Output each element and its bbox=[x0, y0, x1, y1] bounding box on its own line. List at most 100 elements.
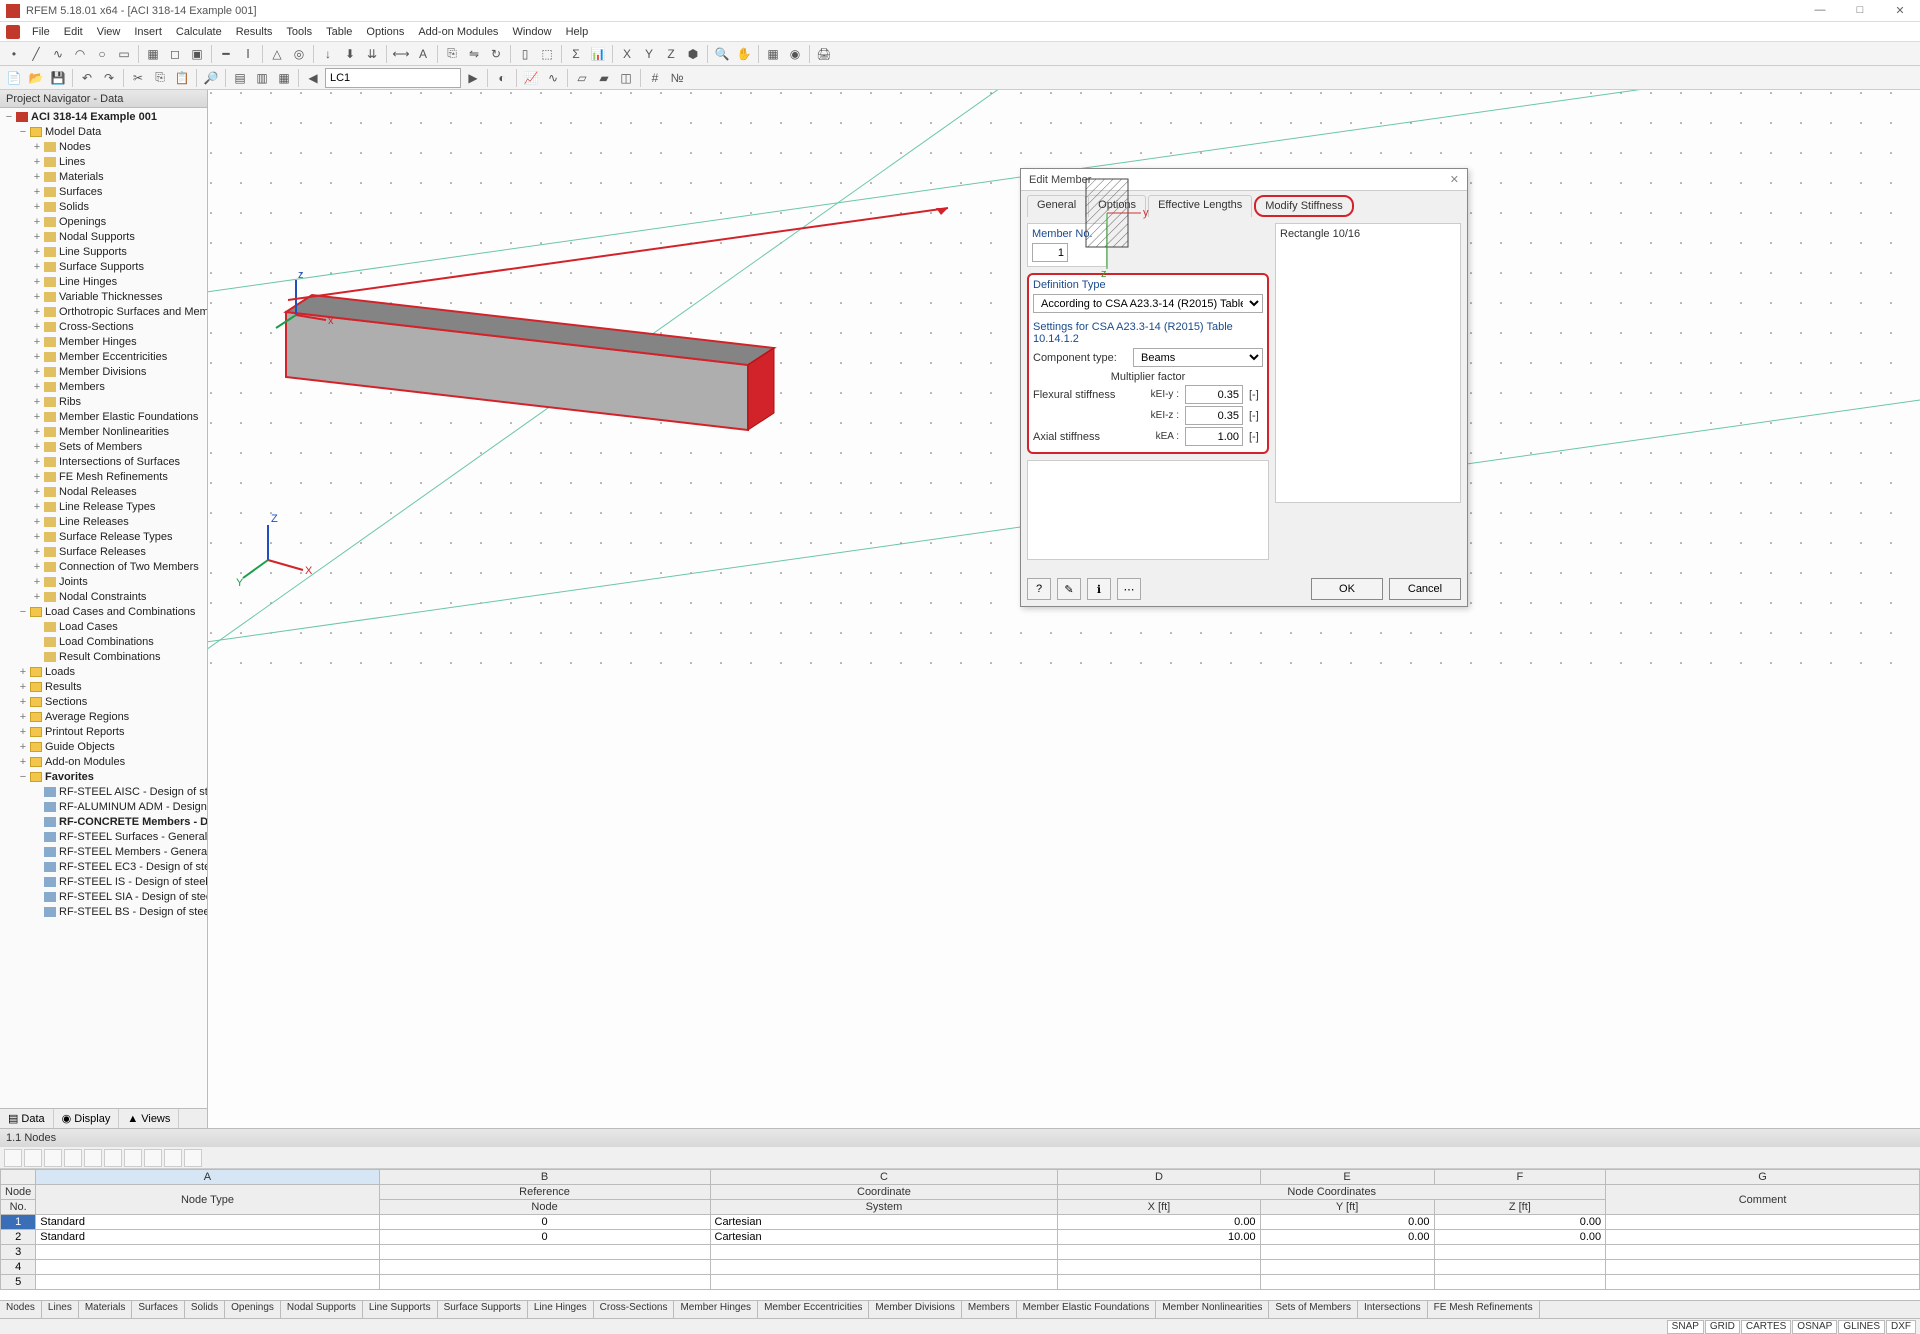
tool-areaload-icon[interactable]: ⇊ bbox=[362, 44, 382, 64]
data-tab[interactable]: FE Mesh Refinements bbox=[1428, 1301, 1540, 1318]
table-btn-9[interactable] bbox=[164, 1149, 182, 1167]
tool-lineload-icon[interactable]: ⬇ bbox=[340, 44, 360, 64]
tool-member-icon[interactable]: ━ bbox=[216, 44, 236, 64]
tool-view-y-icon[interactable]: Y bbox=[639, 44, 659, 64]
tree-item[interactable]: Joints bbox=[59, 576, 88, 588]
data-tab[interactable]: Nodal Supports bbox=[281, 1301, 363, 1318]
info-icon[interactable]: ℹ bbox=[1087, 578, 1111, 600]
tree-item[interactable]: FE Mesh Refinements bbox=[59, 471, 168, 483]
tree-item[interactable]: Ribs bbox=[59, 396, 81, 408]
tree-item[interactable]: Intersections of Surfaces bbox=[59, 456, 180, 468]
tree-module[interactable]: RF-STEEL AISC - Design of steel bbox=[59, 786, 207, 798]
tool-circle-icon[interactable]: ○ bbox=[92, 44, 112, 64]
menu-edit[interactable]: Edit bbox=[58, 24, 89, 40]
tool-view-x-icon[interactable]: X bbox=[617, 44, 637, 64]
tree-item[interactable]: Connection of Two Members bbox=[59, 561, 199, 573]
tree-item[interactable]: Line Hinges bbox=[59, 276, 117, 288]
new-icon[interactable]: 📄 bbox=[4, 68, 24, 88]
tree-module[interactable]: RF-STEEL EC3 - Design of steel mem bbox=[59, 861, 207, 873]
tree-item[interactable]: Materials bbox=[59, 171, 104, 183]
tool-iso-icon[interactable]: ⬢ bbox=[683, 44, 703, 64]
tree-item[interactable]: Sets of Members bbox=[59, 441, 142, 453]
tree-item[interactable]: Cross-Sections bbox=[59, 321, 134, 333]
minimize-button[interactable]: — bbox=[1806, 4, 1834, 17]
status-grid[interactable]: GRID bbox=[1705, 1320, 1740, 1334]
menu-results[interactable]: Results bbox=[230, 24, 279, 40]
help-icon[interactable]: ? bbox=[1027, 578, 1051, 600]
display-numbers-icon[interactable]: № bbox=[667, 68, 687, 88]
paste-icon[interactable]: 📋 bbox=[172, 68, 192, 88]
tree-item[interactable]: Sections bbox=[45, 696, 87, 708]
nodes-table[interactable]: A B C D E F G Node Node Type Reference C… bbox=[0, 1169, 1920, 1290]
data-tab[interactable]: Sets of Members bbox=[1269, 1301, 1358, 1318]
nav-views-icon[interactable]: ▦ bbox=[274, 68, 294, 88]
ok-button[interactable]: OK bbox=[1311, 578, 1383, 600]
tool-calc-icon[interactable]: Σ bbox=[566, 44, 586, 64]
data-tab[interactable]: Surfaces bbox=[132, 1301, 184, 1318]
tool-mirror-icon[interactable]: ⇋ bbox=[464, 44, 484, 64]
tool-render-icon[interactable]: ◉ bbox=[785, 44, 805, 64]
tree-item[interactable]: Add-on Modules bbox=[45, 756, 125, 768]
tool-window-icon[interactable]: ⬚ bbox=[537, 44, 557, 64]
nav-data-icon[interactable]: ▤ bbox=[230, 68, 250, 88]
table-row[interactable]: 1Standard0Cartesian0.000.000.00 bbox=[1, 1215, 1920, 1230]
tool-opening-icon[interactable]: ◻ bbox=[165, 44, 185, 64]
tree-item[interactable]: Nodal Constraints bbox=[59, 591, 146, 603]
edit-icon[interactable]: ✎ bbox=[1057, 578, 1081, 600]
tool-hinge-icon[interactable]: ◎ bbox=[289, 44, 309, 64]
table-btn-1[interactable] bbox=[4, 1149, 22, 1167]
tree-item[interactable]: Load Combinations bbox=[59, 636, 154, 648]
tool-zoom-icon[interactable]: 🔍 bbox=[712, 44, 732, 64]
k3-input[interactable] bbox=[1185, 427, 1243, 446]
tree-favorites[interactable]: Favorites bbox=[45, 771, 94, 783]
deform-icon[interactable]: ∿ bbox=[543, 68, 563, 88]
data-tab[interactable]: Member Hinges bbox=[674, 1301, 758, 1318]
menu-help[interactable]: Help bbox=[560, 24, 595, 40]
menu-view[interactable]: View bbox=[91, 24, 127, 40]
tool-rect-icon[interactable]: ▭ bbox=[114, 44, 134, 64]
status-snap[interactable]: SNAP bbox=[1667, 1320, 1704, 1334]
tool-select-icon[interactable]: ▯ bbox=[515, 44, 535, 64]
data-tab[interactable]: Nodes bbox=[0, 1301, 42, 1318]
k2-input[interactable] bbox=[1185, 406, 1243, 425]
tool-view-z-icon[interactable]: Z bbox=[661, 44, 681, 64]
tool-support-icon[interactable]: △ bbox=[267, 44, 287, 64]
copy-icon[interactable]: ⎘ bbox=[150, 68, 170, 88]
menu-tools[interactable]: Tools bbox=[280, 24, 318, 40]
menu-file[interactable]: File bbox=[26, 24, 56, 40]
tree-item[interactable]: Openings bbox=[59, 216, 106, 228]
data-tab[interactable]: Lines bbox=[42, 1301, 79, 1318]
tool-pan-icon[interactable]: ✋ bbox=[734, 44, 754, 64]
data-tab[interactable]: Materials bbox=[79, 1301, 133, 1318]
tool-polyline-icon[interactable]: ∿ bbox=[48, 44, 68, 64]
data-tab[interactable]: Openings bbox=[225, 1301, 281, 1318]
menu-insert[interactable]: Insert bbox=[128, 24, 168, 40]
tree-item[interactable]: Nodes bbox=[59, 141, 91, 153]
tree-item[interactable]: Members bbox=[59, 381, 105, 393]
cancel-button[interactable]: Cancel bbox=[1389, 578, 1461, 600]
save-icon[interactable]: 💾 bbox=[48, 68, 68, 88]
tool-line-icon[interactable]: ╱ bbox=[26, 44, 46, 64]
table-btn-4[interactable] bbox=[64, 1149, 82, 1167]
data-tab[interactable]: Cross-Sections bbox=[594, 1301, 675, 1318]
tree-module[interactable]: RF-STEEL Members - General stress bbox=[59, 846, 207, 858]
tree-item[interactable]: Average Regions bbox=[45, 711, 129, 723]
menu-calculate[interactable]: Calculate bbox=[170, 24, 228, 40]
table-row[interactable]: 2Standard0Cartesian10.000.000.00 bbox=[1, 1230, 1920, 1245]
tree-item[interactable]: Load Cases bbox=[59, 621, 118, 633]
status-osnap[interactable]: OSNAP bbox=[1792, 1320, 1837, 1334]
view-solid-icon[interactable]: ▰ bbox=[594, 68, 614, 88]
open-icon[interactable]: 📂 bbox=[26, 68, 46, 88]
nav-tab-display[interactable]: ◉Display bbox=[54, 1109, 120, 1128]
lc-prev-icon[interactable]: ◀ bbox=[303, 68, 323, 88]
tree-item[interactable]: Member Elastic Foundations bbox=[59, 411, 198, 423]
details-icon[interactable]: ⋯ bbox=[1117, 578, 1141, 600]
tool-solid-icon[interactable]: ▣ bbox=[187, 44, 207, 64]
tool-rotate-icon[interactable]: ↻ bbox=[486, 44, 506, 64]
data-tab[interactable]: Member Nonlinearities bbox=[1156, 1301, 1269, 1318]
tree-item[interactable]: Member Nonlinearities bbox=[59, 426, 169, 438]
data-tab[interactable]: Solids bbox=[185, 1301, 225, 1318]
tree-lc-group[interactable]: Load Cases and Combinations bbox=[45, 606, 195, 618]
lc-toggle-icon[interactable]: ◐ bbox=[492, 68, 512, 88]
tree-module[interactable]: RF-STEEL SIA - Design of steel mem bbox=[59, 891, 207, 903]
